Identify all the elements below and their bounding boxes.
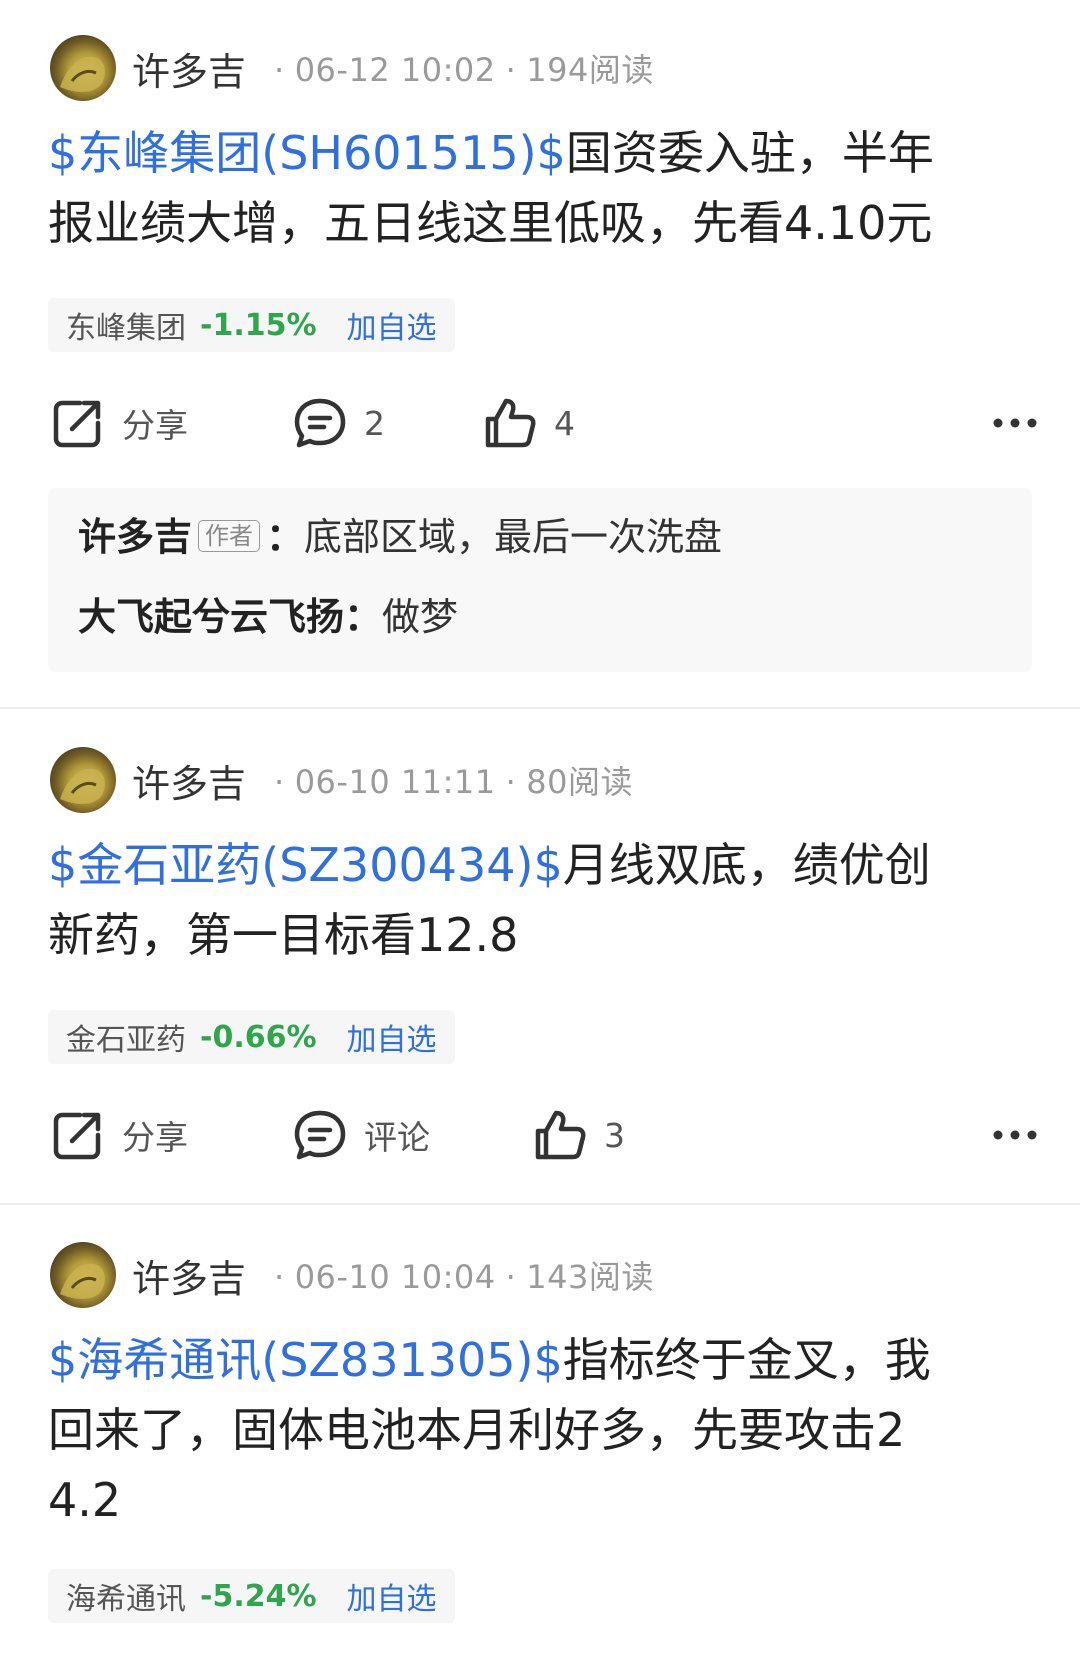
post-text: 国资委入驻，半年 (565, 126, 934, 180)
post-text: 新药，第一目标看12.8 (48, 908, 519, 962)
share-label: 分享 (122, 1118, 188, 1157)
post-text: 月线双底，绩优创 (562, 838, 931, 892)
comment-text: 做梦 (382, 595, 459, 639)
divider (0, 707, 1080, 709)
author-name[interactable]: 许多吉 (132, 753, 246, 808)
post-text: 指标终于金叉，我 (562, 1333, 931, 1387)
author-name[interactable]: 许多吉 (132, 41, 246, 96)
post-meta: · 06-10 11:11 · 80阅读 (274, 763, 633, 801)
add-watchlist-button[interactable]: 加自选 (347, 1015, 437, 1059)
read-count: 80阅读 (526, 763, 633, 801)
comment-author[interactable]: 大飞起兮云飞扬 (78, 595, 344, 639)
share-icon (50, 395, 106, 451)
comment-item: 大飞起兮云飞扬：做梦 (78, 592, 458, 642)
share-icon (50, 1107, 106, 1163)
author-name[interactable]: 许多吉 (132, 1248, 246, 1303)
post-meta: · 06-12 10:02 · 194阅读 (274, 51, 654, 89)
stock-name: 东峰集团 (66, 311, 186, 346)
stock-quote-card[interactable]: 东峰集团 -1.15% 加自选 (48, 298, 455, 352)
thumbs-up-icon (482, 395, 538, 451)
avatar[interactable] (50, 1242, 116, 1308)
post-date: 06-10 11:11 (294, 763, 496, 801)
stock-name: 金石亚药 (66, 1023, 186, 1058)
more-icon (992, 414, 1038, 433)
post-text: 4.2 (48, 1473, 122, 1527)
add-watchlist-button[interactable]: 加自选 (347, 303, 437, 347)
stock-change: -0.66% (200, 1019, 317, 1055)
comment-separator: ： (266, 515, 305, 559)
like-button[interactable]: 3 (532, 1100, 625, 1170)
more-button[interactable] (992, 1100, 1038, 1170)
comment-count: 2 (364, 403, 385, 443)
post-body[interactable]: $金石亚药(SZ300434)$月线双底，绩优创 新药，第一目标看12.8 (48, 830, 1028, 970)
post-text: 回来了，固体电池本月利好多，先要攻击2 (48, 1403, 906, 1457)
thumbs-up-icon (532, 1107, 588, 1163)
like-button[interactable]: 4 (482, 388, 575, 458)
share-button[interactable]: 分享 (50, 388, 188, 458)
read-count: 194阅读 (526, 51, 654, 89)
post-header: 许多吉 · 06-10 10:04 · 143阅读 (50, 1240, 654, 1310)
comment-author[interactable]: 许多吉 (78, 515, 192, 559)
comment-text: 底部区域，最后一次洗盘 (304, 515, 723, 559)
like-count: 3 (604, 1115, 625, 1155)
comment-icon (292, 1107, 348, 1163)
comment-item: 许多吉 作者 ：底部区域，最后一次洗盘 (78, 512, 722, 562)
post-text: 报业绩大增，五日线这里低吸，先看4.10元 (48, 196, 933, 250)
more-button[interactable] (992, 388, 1038, 458)
more-icon (992, 1126, 1038, 1145)
post-body[interactable]: $海希通讯(SZ831305)$指标终于金叉，我 回来了，固体电池本月利好多，先… (48, 1325, 1028, 1535)
stock-link[interactable]: $金石亚药(SZ300434)$ (48, 838, 563, 892)
comment-label: 评论 (364, 1118, 430, 1157)
post-header: 许多吉 · 06-12 10:02 · 194阅读 (50, 33, 654, 103)
comment-button[interactable]: 评论 (292, 1100, 430, 1170)
share-button[interactable]: 分享 (50, 1100, 188, 1170)
stock-link[interactable]: $东峰集团(SH601515)$ (48, 126, 566, 180)
avatar[interactable] (50, 747, 116, 813)
post-card: 许多吉 · 06-12 10:02 · 194阅读 $东峰集团(SH601515)$国… (0, 0, 1080, 700)
share-label: 分享 (122, 406, 188, 445)
stock-quote-card[interactable]: 海希通讯 -5.24% 加自选 (48, 1569, 455, 1623)
author-tag: 作者 (198, 519, 261, 552)
stock-change: -5.24% (200, 1578, 317, 1614)
read-count: 143阅读 (526, 1258, 654, 1296)
post-date: 06-12 10:02 (294, 51, 496, 89)
post-body[interactable]: $东峰集团(SH601515)$国资委入驻，半年 报业绩大增，五日线这里低吸，先… (48, 118, 1028, 258)
comment-icon (292, 395, 348, 451)
action-bar: 分享 2 4 (48, 388, 1038, 458)
comment-separator: ： (344, 595, 383, 639)
post-meta: · 06-10 10:04 · 143阅读 (274, 1258, 654, 1296)
like-count: 4 (554, 403, 575, 443)
comment-preview[interactable]: 许多吉 作者 ：底部区域，最后一次洗盘 大飞起兮云飞扬：做梦 (48, 488, 1032, 672)
stock-change: -1.15% (200, 307, 317, 343)
stock-link[interactable]: $海希通讯(SZ831305)$ (48, 1333, 563, 1387)
action-bar: 分享 评论 3 (48, 1100, 1038, 1170)
post-date: 06-10 10:04 (294, 1258, 496, 1296)
post-card: 许多吉 · 06-10 11:11 · 80阅读 $金石亚药(SZ300434)$月线… (0, 712, 1080, 1200)
divider (0, 1203, 1080, 1205)
comment-button[interactable]: 2 (292, 388, 385, 458)
post-card: 许多吉 · 06-10 10:04 · 143阅读 $海希通讯(SZ831305)$指… (0, 1207, 1080, 1666)
stock-name: 海希通讯 (66, 1582, 186, 1617)
post-header: 许多吉 · 06-10 11:11 · 80阅读 (50, 745, 633, 815)
add-watchlist-button[interactable]: 加自选 (347, 1574, 437, 1618)
stock-quote-card[interactable]: 金石亚药 -0.66% 加自选 (48, 1010, 455, 1064)
avatar[interactable] (50, 35, 116, 101)
